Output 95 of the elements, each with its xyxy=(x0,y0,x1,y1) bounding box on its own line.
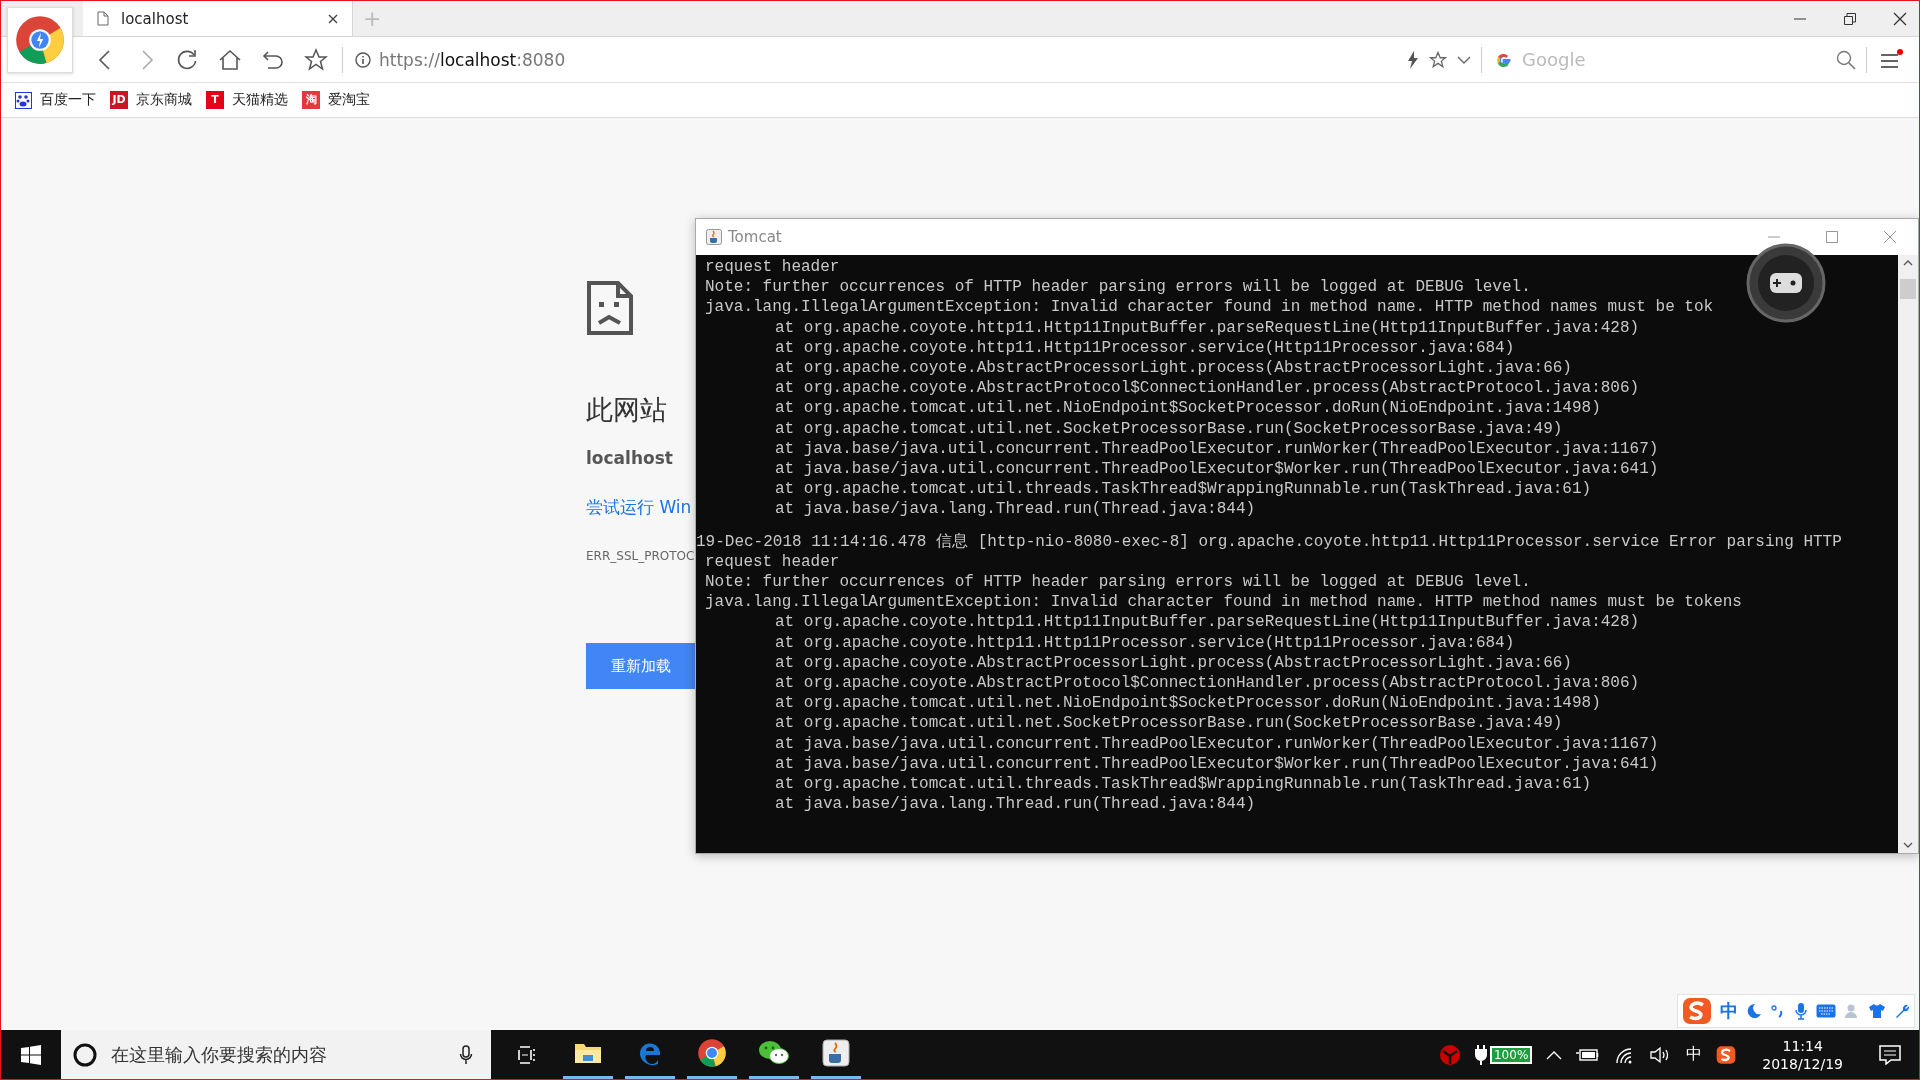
console-line: 19-Dec-2018 11:14:16.478 信息 [http-nio-8080-exec-8] org.apache.coyote.http11.Http11Processor.service Error parsing HTTP xyxy=(696,531,1842,552)
close-icon[interactable] xyxy=(1893,11,1907,26)
maximize-icon[interactable] xyxy=(1826,231,1838,243)
keyboard-icon[interactable] xyxy=(1816,1004,1836,1018)
console-line: at org.apache.tomcat.util.threads.TaskThread$WrappingRunnable.run(TaskThread.java:61) xyxy=(774,479,1592,500)
plug-icon xyxy=(1475,1044,1487,1065)
error-heading: 此网站 xyxy=(586,393,667,427)
console-line: at org.apache.tomcat.util.net.NioEndpoint$SocketProcessor.doRun(NioEndpoint.java:1498) xyxy=(774,398,1601,419)
browser-tab[interactable]: localhost xyxy=(83,1,353,36)
diagnostics-link[interactable]: 尝试运行 Win xyxy=(586,496,692,519)
notifications-icon[interactable] xyxy=(1879,1044,1901,1065)
google-logo-icon xyxy=(1496,51,1512,68)
console-line: at org.apache.coyote.http11.Http11InputBuffer.parseRequestLine(Http11InputBuffer.java:428) xyxy=(774,612,1640,633)
ime-mode[interactable]: 中 xyxy=(1720,999,1738,1023)
scroll-thumb[interactable] xyxy=(1900,279,1916,299)
console-line: at java.base/java.util.concurrent.ThreadPoolExecutor.runWorker(ThreadPoolExecutor.java:1167) xyxy=(774,438,1659,460)
info-icon[interactable] xyxy=(355,51,371,68)
menu-icon[interactable] xyxy=(1879,48,1903,71)
console-line: at org.apache.coyote.http11.Http11Processor.service(Http11Processor.java:684) xyxy=(774,337,1515,358)
reload-button[interactable]: 重新加载 xyxy=(586,643,696,689)
folder-icon xyxy=(574,1041,602,1065)
sad-page-icon xyxy=(586,280,634,336)
star-icon[interactable] xyxy=(1429,50,1447,69)
console-line: at org.apache.tomcat.util.net.SocketProcessorBase.run(SocketProcessorBase.java:49) xyxy=(774,418,1563,439)
browser-logo-icon xyxy=(697,1038,727,1068)
clock-time: 11:14 xyxy=(1782,1036,1823,1055)
start-icon[interactable] xyxy=(21,1044,41,1065)
console-line: request header xyxy=(704,551,840,573)
search-field[interactable]: Google xyxy=(1520,48,1828,71)
battery-icon[interactable] xyxy=(1576,1047,1601,1062)
console-line: at java.base/java.util.concurrent.ThreadPoolExecutor$Worker.run(ThreadPoolExecutor.java:641) xyxy=(774,753,1659,775)
browser-logo[interactable] xyxy=(7,7,73,73)
bookmark-icon: 淘 xyxy=(302,91,320,109)
scroll-up-icon[interactable] xyxy=(1903,259,1913,267)
input-mode-indicator[interactable]: 中 xyxy=(1686,1044,1703,1065)
console-line: Note: further occurrences of HTTP header parsing errors will be logged at DEBUG level. xyxy=(704,572,1531,593)
sogou-logo-icon[interactable] xyxy=(1716,1044,1737,1065)
console-line: at java.base/java.util.concurrent.ThreadPoolExecutor.runWorker(ThreadPoolExecutor.java:1167) xyxy=(774,733,1659,754)
bookmark-icon: JD xyxy=(110,91,128,109)
microphone-icon[interactable] xyxy=(459,1044,473,1065)
chevron-down-icon[interactable] xyxy=(1457,54,1471,65)
battery-level: 100% xyxy=(1490,1045,1533,1064)
console-line: at org.apache.coyote.AbstractProtocol$ConnectionHandler.process(AbstractProtocol.java:806) xyxy=(774,673,1640,694)
tray-app-icon[interactable] xyxy=(1439,1043,1461,1066)
console-line: at org.apache.tomcat.util.net.SocketProcessorBase.run(SocketProcessorBase.java:49) xyxy=(774,713,1563,734)
error-host: localhost xyxy=(586,448,673,468)
browser-logo-icon xyxy=(14,14,66,66)
console-line: java.lang.IllegalArgumentException: Invalid character found in method name. HTTP method names must be tok xyxy=(704,297,1714,318)
window-title: Tomcat xyxy=(728,228,782,246)
url-field[interactable]: https://localhost:8080 xyxy=(379,49,566,70)
error-code: ERR_SSL_PROTOC xyxy=(586,549,695,563)
java-cup-icon xyxy=(706,229,722,245)
chat-bubbles-icon xyxy=(758,1039,790,1067)
close-tab-icon[interactable] xyxy=(328,13,338,24)
console-line: Note: further occurrences of HTTP header parsing errors will be logged at DEBUG level. xyxy=(704,277,1531,298)
search-input[interactable]: 在这里输入你要搜索的内容 xyxy=(109,1043,447,1066)
home-icon[interactable] xyxy=(218,48,242,71)
reload-icon[interactable] xyxy=(176,48,198,71)
java-cup-icon xyxy=(822,1039,850,1067)
console-line: at org.apache.coyote.AbstractProtocol$ConnectionHandler.process(AbstractProtocol.java:806) xyxy=(774,378,1640,399)
console-line: at org.apache.tomcat.util.net.NioEndpoint$SocketProcessor.doRun(NioEndpoint.java:1498) xyxy=(774,693,1601,714)
search-icon[interactable] xyxy=(1836,49,1856,70)
clock-date: 2018/12/19 xyxy=(1762,1054,1843,1073)
console-line: at org.apache.tomcat.util.threads.TaskThread$WrappingRunnable.run(TaskThread.java:61) xyxy=(774,774,1592,795)
cortana-icon xyxy=(73,1042,97,1067)
page-icon xyxy=(97,11,109,26)
clock[interactable]: 11:14 2018/12/19 xyxy=(1762,1036,1843,1073)
bookmark-item[interactable]: 淘 爱淘宝 xyxy=(302,91,370,109)
scroll-down-icon[interactable] xyxy=(1903,841,1913,849)
console-line: java.lang.IllegalArgumentException: Invalid character found in method name. HTTP method names must be tokens xyxy=(704,592,1742,613)
bookmark-item[interactable]: T 天猫精选 xyxy=(206,91,288,109)
shirt-icon[interactable] xyxy=(1868,1003,1886,1019)
console-line: at org.apache.coyote.http11.Http11Processor.service(Http11Processor.java:684) xyxy=(774,632,1515,653)
console-line: request header xyxy=(704,257,840,278)
moon-icon[interactable] xyxy=(1746,1003,1762,1019)
taskbar-search-bar[interactable]: 在这里输入你要搜索的内容 xyxy=(61,1030,491,1079)
tab-title: localhost xyxy=(121,9,190,28)
console-line: at java.base/java.lang.Thread.run(Thread.java:844) xyxy=(774,794,1256,815)
restore-icon[interactable] xyxy=(1843,11,1857,26)
undo-icon[interactable] xyxy=(262,48,284,71)
console-line: at org.apache.coyote.http11.Http11InputBuffer.parseRequestLine(Http11InputBuffer.java:428) xyxy=(774,317,1640,338)
lightning-icon[interactable] xyxy=(1407,50,1419,69)
wrench-icon[interactable] xyxy=(1894,1003,1910,1019)
scrollbar[interactable] xyxy=(1898,255,1918,853)
bookmark-item[interactable]: JD 京东商城 xyxy=(110,91,192,109)
console-line: at org.apache.coyote.AbstractProcessorLight.process(AbstractProcessorLight.java:66) xyxy=(774,358,1572,379)
bookmark-icon: T xyxy=(206,91,224,109)
task-view-icon[interactable] xyxy=(517,1045,537,1064)
star-icon[interactable] xyxy=(304,47,328,72)
console-line: at java.base/java.util.concurrent.ThreadPoolExecutor$Worker.run(ThreadPoolExecutor.java:641) xyxy=(774,459,1659,480)
console-line: at org.apache.coyote.AbstractProcessorLight.process(AbstractProcessorLight.java:66) xyxy=(774,652,1572,674)
chevron-up-icon[interactable] xyxy=(1546,1049,1563,1060)
console-line: at java.base/java.lang.Thread.run(Thread.java:844) xyxy=(774,499,1256,520)
bookmark-item[interactable]: 百度一下 xyxy=(15,91,96,109)
gamepad-overlay-icon[interactable] xyxy=(1746,243,1826,323)
